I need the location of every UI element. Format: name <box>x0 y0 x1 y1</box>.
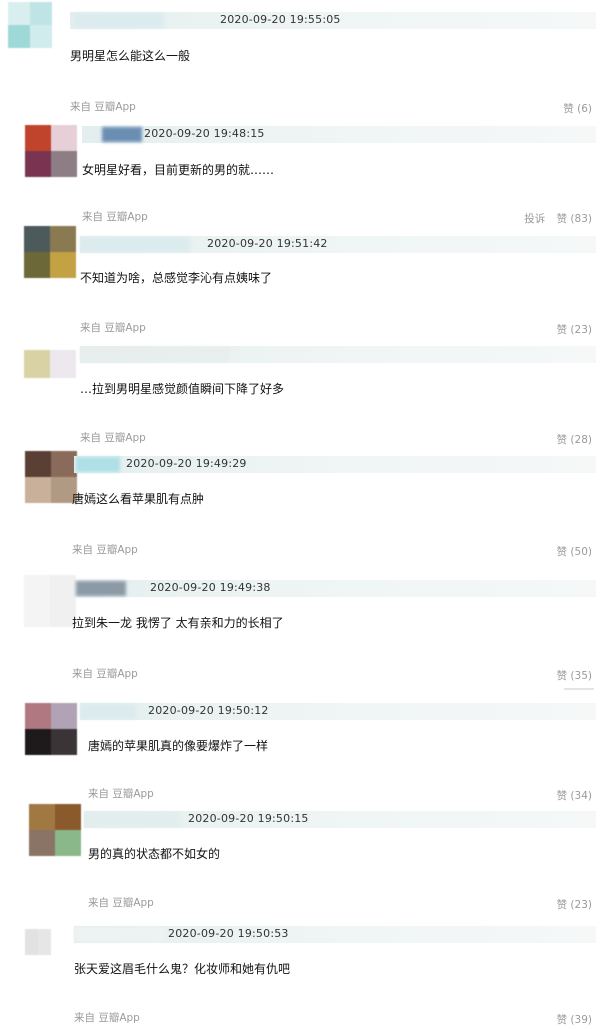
comment-source: 来自 豆瓣App <box>74 1012 140 1024</box>
user-avatar[interactable] <box>25 929 51 955</box>
comment-actions: 赞 (39) <box>549 1012 592 1027</box>
like-button[interactable]: 赞 (39) <box>557 1014 592 1026</box>
comment-item: 2020-09-20 19:50:53 张天爱这眉毛什么鬼？化妆师和她有仇吧 来… <box>0 0 600 1029</box>
comment-meta-bar: 2020-09-20 19:50:53 <box>74 926 596 943</box>
comment-text: 张天爱这眉毛什么鬼？化妆师和她有仇吧 <box>74 962 291 976</box>
comment-time: 2020-09-20 19:50:53 <box>168 927 289 940</box>
username-blurred[interactable] <box>74 927 164 942</box>
